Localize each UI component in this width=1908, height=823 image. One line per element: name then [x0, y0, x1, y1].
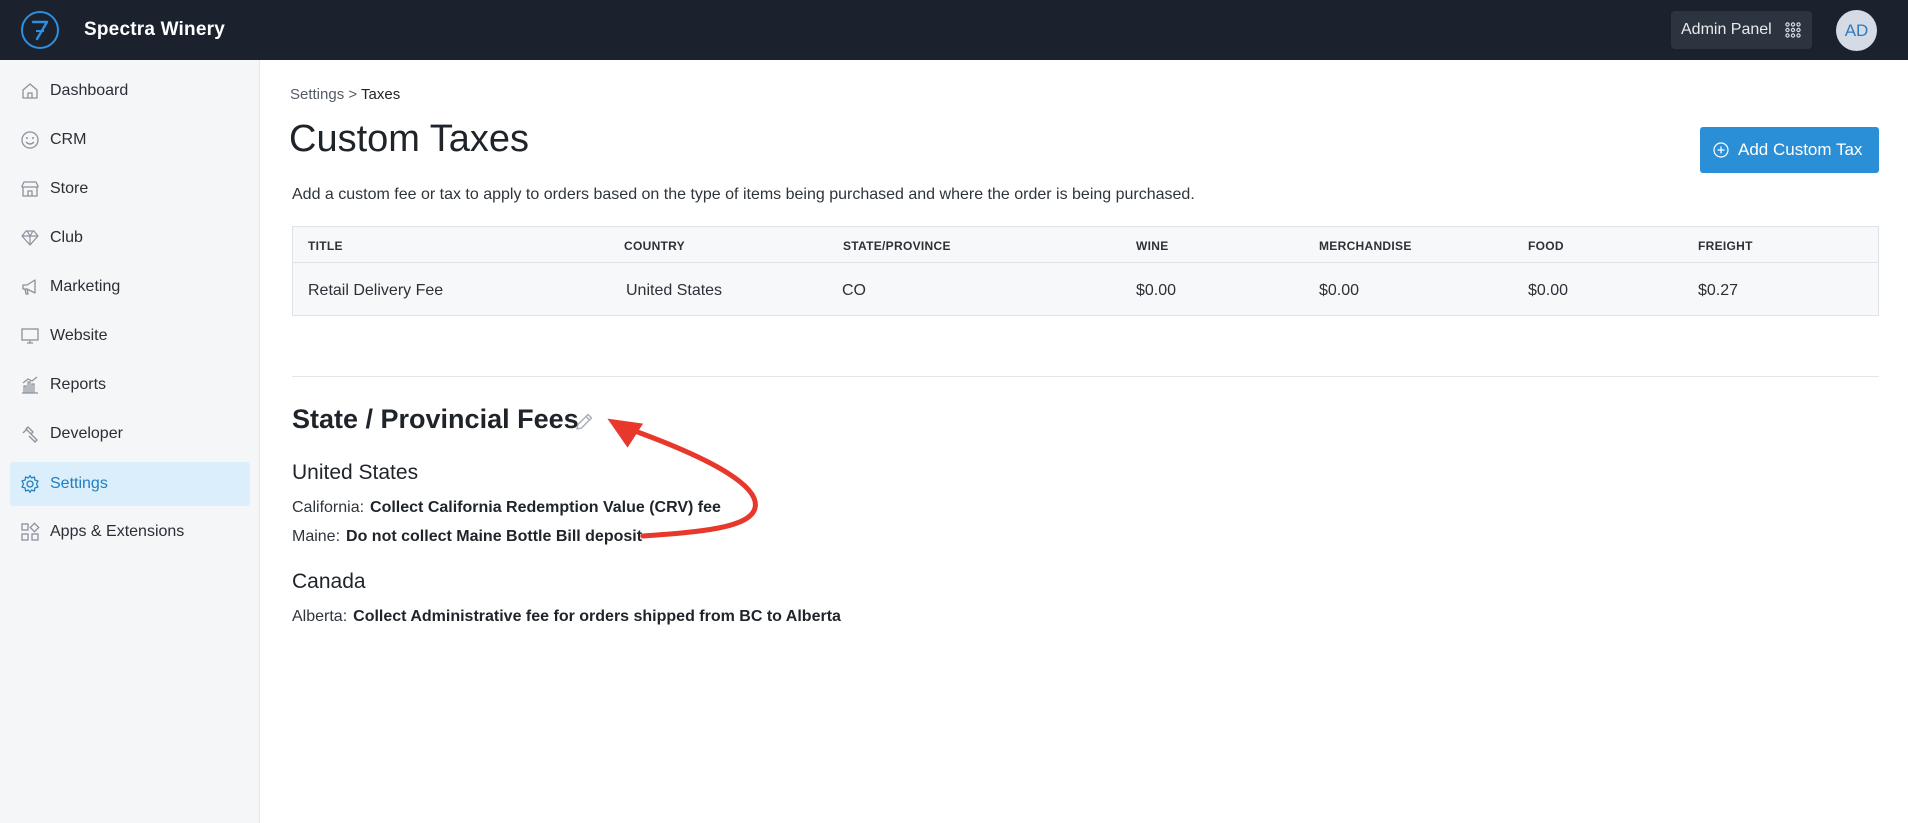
column-header-wine: WINE [1136, 239, 1169, 253]
top-bar: Spectra Winery Admin Panel AD [0, 0, 1908, 60]
megaphone-icon [22, 279, 36, 295]
sidebar: Dashboard CRM Store Club Marketing Websi… [0, 60, 260, 823]
table-header: TITLE COUNTRY STATE/PROVINCE WINE MERCHA… [293, 227, 1878, 263]
gear-icon [21, 474, 39, 494]
cell-freight: $0.27 [1698, 282, 1739, 299]
sidebar-item-club[interactable]: Club [10, 216, 250, 260]
sidebar-item-label: Club [50, 229, 83, 246]
cell-food: $0.00 [1528, 282, 1569, 299]
fee-line-alberta: Alberta: Collect Administrative fee for o… [292, 608, 841, 626]
sidebar-item-settings[interactable]: Settings [10, 462, 250, 506]
breadcrumb-separator: > [348, 86, 358, 103]
country-heading-canada: Canada [292, 570, 366, 593]
sidebar-item-dashboard[interactable]: Dashboard [10, 69, 250, 113]
custom-taxes-table: TITLE COUNTRY STATE/PROVINCE WINE MERCHA… [292, 226, 1879, 316]
add-custom-tax-button[interactable]: Add Custom Tax [1700, 127, 1879, 173]
breadcrumb: Settings > Taxes [290, 86, 400, 103]
sidebar-item-marketing[interactable]: Marketing [10, 265, 250, 309]
cell-merchandise: $0.00 [1319, 282, 1360, 299]
bar-chart-icon [22, 376, 38, 394]
apps-icon [21, 522, 40, 541]
home-icon [22, 83, 38, 99]
sidebar-item-developer[interactable]: Developer [10, 412, 250, 456]
fee-region: Maine: [292, 528, 341, 545]
sidebar-item-store[interactable]: Store [10, 167, 250, 211]
cell-title: Retail Delivery Fee [308, 282, 444, 299]
column-header-title: TITLE [308, 239, 343, 253]
annotation-arrow-icon [607, 418, 758, 539]
page-title: Custom Taxes [289, 118, 530, 160]
column-header-country: COUNTRY [624, 239, 685, 253]
grid-icon [1785, 22, 1801, 38]
breadcrumb-current: Taxes [361, 86, 401, 103]
sidebar-item-apps-extensions[interactable]: Apps & Extensions [10, 510, 250, 554]
cell-country: United States [626, 282, 723, 299]
admin-panel-label: Admin Panel [1681, 21, 1772, 38]
cell-state-province: CO [842, 282, 866, 299]
add-custom-tax-label: Add Custom Tax [1738, 140, 1863, 159]
sidebar-item-label: Apps & Extensions [50, 523, 185, 540]
fee-region: Alberta: [292, 608, 348, 625]
fee-region: California: [292, 499, 365, 516]
column-header-food: FOOD [1528, 239, 1564, 253]
country-heading-united-states: United States [292, 461, 419, 484]
column-header-state-province: STATE/PROVINCE [843, 239, 951, 253]
column-header-freight: FREIGHT [1698, 239, 1753, 253]
section-title-state-fees: State / Provincial Fees [292, 404, 579, 434]
admin-panel-button[interactable]: Admin Panel [1671, 11, 1812, 49]
sidebar-item-label: Settings [50, 475, 108, 492]
sidebar-item-label: Developer [50, 425, 123, 442]
column-header-merchandise: MERCHANDISE [1319, 239, 1412, 253]
breadcrumb-settings-link[interactable]: Settings [290, 86, 344, 103]
plus-circle-icon [1713, 142, 1729, 158]
sidebar-item-website[interactable]: Website [10, 314, 250, 358]
sidebar-item-reports[interactable]: Reports [10, 363, 250, 407]
sidebar-item-label: Reports [50, 376, 107, 393]
sidebar-item-crm[interactable]: CRM [10, 118, 250, 162]
spectra-logo-icon[interactable] [20, 10, 60, 50]
fee-value: Collect Administrative fee for orders sh… [353, 608, 841, 625]
hammer-icon [22, 426, 38, 443]
avatar[interactable]: AD [1836, 10, 1877, 51]
smiley-icon [21, 131, 39, 149]
storefront-icon [21, 181, 39, 197]
sidebar-item-label: Marketing [50, 278, 121, 295]
monitor-icon [21, 328, 39, 344]
sidebar-item-label: Website [50, 327, 108, 344]
sidebar-item-label: Dashboard [50, 82, 129, 99]
page-description: Add a custom fee or tax to apply to orde… [292, 186, 1195, 203]
sidebar-item-label: CRM [50, 131, 87, 148]
diamond-icon [21, 230, 39, 246]
section-divider [292, 376, 1879, 377]
cell-wine: $0.00 [1136, 282, 1177, 299]
brand-name[interactable]: Spectra Winery [84, 0, 225, 60]
sidebar-item-label: Store [50, 180, 89, 197]
